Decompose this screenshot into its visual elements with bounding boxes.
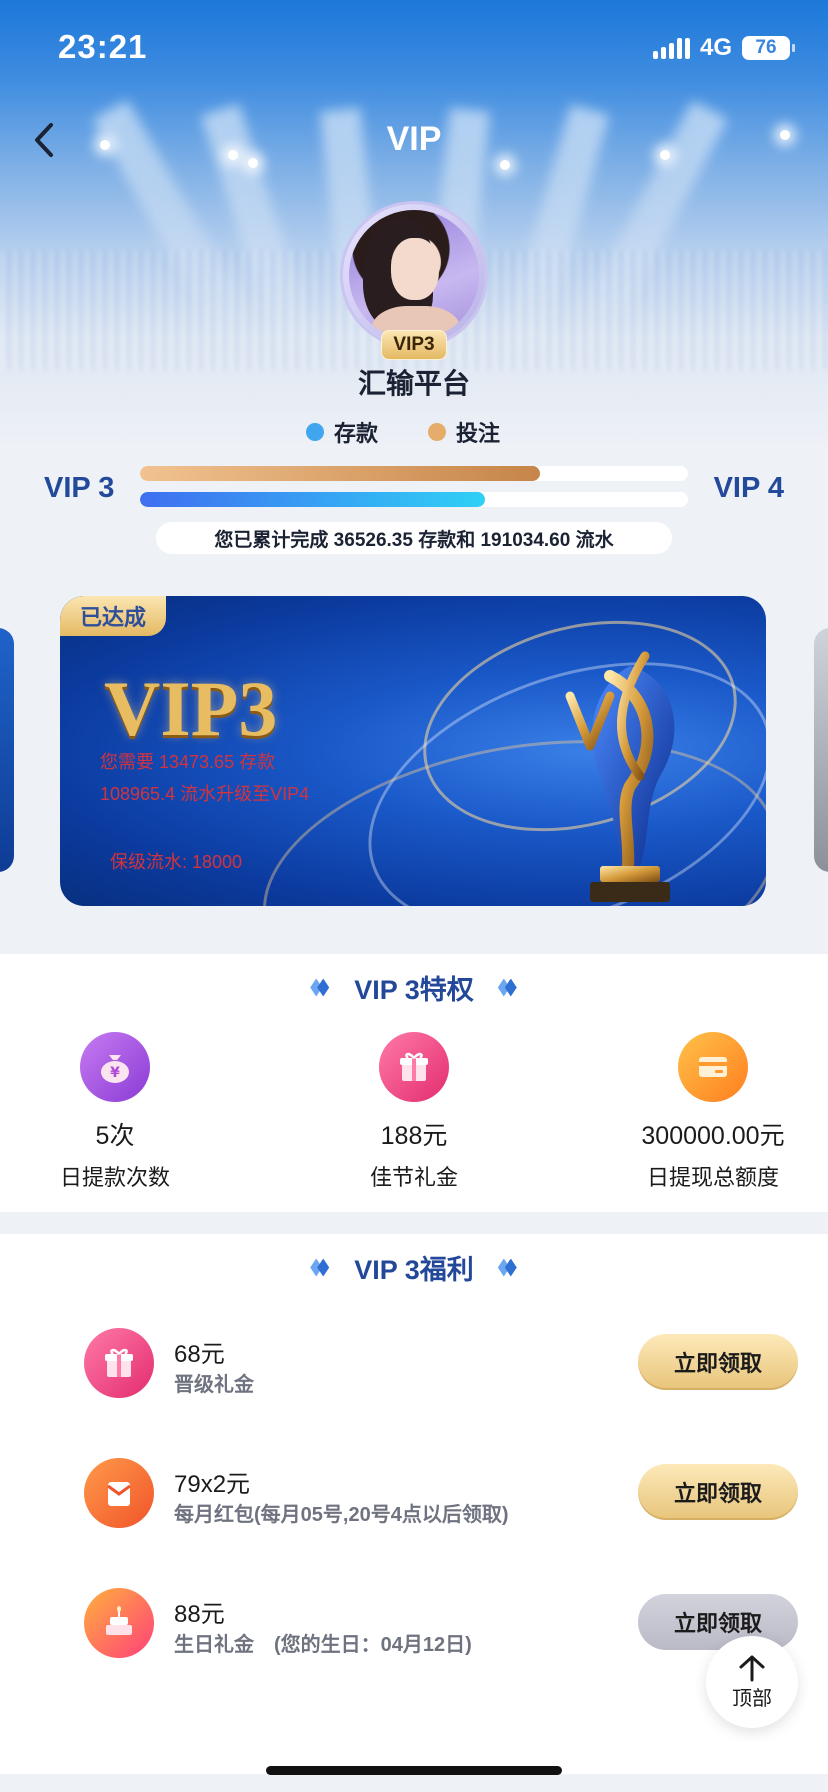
bet-progress-fill [140, 466, 541, 481]
bet-progress-bar [140, 466, 688, 481]
benefits-title-text: VIP 3福利 [354, 1255, 474, 1285]
money-bag-icon: ¥ [80, 1032, 150, 1102]
deposit-dot-icon [306, 423, 324, 441]
bet-dot-icon [428, 423, 447, 441]
diamond-icon [310, 1257, 330, 1279]
benefits-section: VIP 3福利 68元 晋级礼金 立即领取 79x2元 每月红包(每月05号,2… [0, 1234, 828, 1774]
privilege-item: ¥ 5次 日提款次数 [0, 1032, 235, 1192]
benefit-value: 88元 [174, 1601, 225, 1628]
vip-level-card[interactable]: 已达成 VIP3 您需要 13473.65 存款 108965.4 流水升级至V… [60, 596, 766, 906]
status-indicators: 4G 76 [652, 34, 795, 62]
legend-bet-label: 投注 [456, 421, 501, 446]
benefit-value: 79x2元 [174, 1471, 251, 1498]
page-title: VIP [386, 120, 442, 158]
network-type: 4G [699, 34, 732, 61]
next-level-card[interactable] [814, 628, 828, 872]
legend-bet: 投注 [428, 416, 500, 448]
privilege-value: 300000.00元 [641, 1122, 785, 1150]
privilege-item: 188元 佳节礼金 [294, 1032, 534, 1192]
diamond-icon [310, 977, 330, 999]
platform-name: 汇输平台 [357, 368, 470, 399]
legend-deposit: 存款 [306, 416, 378, 448]
prev-level-card[interactable] [0, 628, 14, 872]
privilege-value: 188元 [380, 1122, 448, 1150]
benefit-desc: 生日礼金 (您的生日：04月12日) [174, 1634, 472, 1656]
back-to-top-label: 顶部 [732, 1687, 772, 1710]
card-icon [678, 1032, 748, 1102]
benefit-value: 68元 [174, 1341, 225, 1368]
envelope-icon [84, 1458, 154, 1528]
vip-level-badge: VIP3 [381, 330, 447, 360]
next-level-label: VIP 4 [713, 472, 784, 504]
gift-icon [379, 1032, 449, 1102]
progress-legend: 存款 投注 [306, 416, 500, 448]
privilege-label: 佳节礼金 [369, 1165, 458, 1190]
trophy-icon [565, 651, 675, 902]
benefit-item: 79x2元 每月红包(每月05号,20号4点以后领取) 立即领取 [0, 1452, 828, 1532]
claim-button[interactable]: 立即领取 [638, 1464, 798, 1520]
legend-deposit-label: 存款 [334, 421, 379, 446]
home-indicator [266, 1766, 562, 1775]
benefit-item: 88元 生日礼金 (您的生日：04月12日) 立即领取 [0, 1582, 828, 1662]
benefits-title: VIP 3福利 [0, 1248, 828, 1287]
current-level-label: VIP 3 [44, 472, 115, 504]
arrow-up-icon [739, 1655, 765, 1681]
privilege-item: 300000.00元 日提现总额度 [593, 1032, 828, 1192]
deposit-progress-bar [140, 492, 688, 507]
diamond-icon [498, 1257, 518, 1279]
benefit-desc: 晋级礼金 [174, 1374, 254, 1396]
benefit-item: 68元 晋级礼金 立即领取 [0, 1322, 828, 1402]
upgrade-turnover-text: 108965.4 流水升级至VIP4 [100, 784, 310, 804]
signal-icon [652, 37, 690, 59]
claim-button[interactable]: 立即领取 [638, 1334, 798, 1390]
retain-turnover-text: 保级流水: 18000 [110, 852, 243, 872]
privilege-label: 日提现总额度 [646, 1165, 779, 1190]
avatar [343, 204, 485, 346]
cake-icon [84, 1588, 154, 1658]
battery-level: 76 [755, 37, 777, 58]
progress-summary: 您已累计完成 36526.35 存款和 191034.60 流水 [156, 522, 672, 554]
card-level-title: VIP3 [104, 665, 278, 752]
deposit-progress-fill [140, 492, 486, 507]
privilege-label: 日提款次数 [59, 1165, 170, 1190]
privileges-title-text: VIP 3特权 [354, 975, 474, 1005]
back-to-top-button[interactable]: 顶部 [706, 1636, 798, 1728]
status-time: 23:21 [58, 28, 148, 65]
privileges-title: VIP 3特权 [0, 968, 828, 1007]
diamond-icon [498, 977, 518, 999]
privilege-value: 5次 [95, 1122, 135, 1150]
gift-icon [84, 1328, 154, 1398]
upgrade-deposit-text: 您需要 13473.65 存款 [100, 752, 276, 772]
privileges-section: VIP 3特权 ¥ 5次 日提款次数 188元 佳节礼金 300000.00元 … [0, 954, 828, 1212]
svg-text:¥: ¥ [110, 1065, 120, 1081]
battery-icon: 76 [742, 36, 795, 60]
reached-tag: 已达成 [60, 596, 166, 636]
benefit-desc: 每月红包(每月05号,20号4点以后领取) [174, 1504, 509, 1526]
